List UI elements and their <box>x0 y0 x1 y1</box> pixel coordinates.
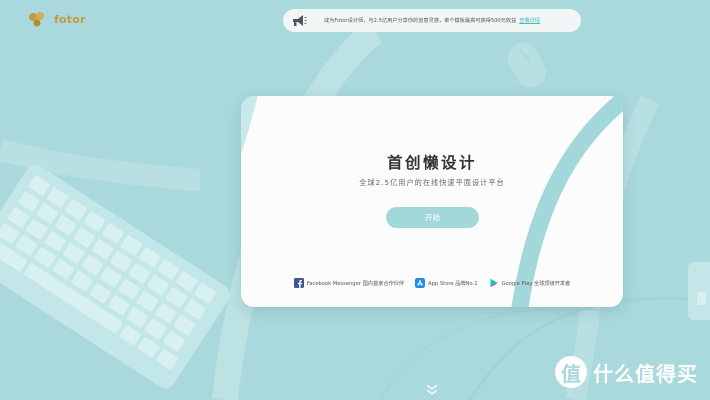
partner-badges: Facebook Messenger 国内首家合作伙伴 App Store 品牌… <box>241 278 623 288</box>
hero-card: 首创懒设计 全球2.5亿用户的在线快速平面设计平台 开始 Facebook Me… <box>241 96 623 307</box>
partner-app-store: App Store 品牌No.1 <box>415 278 478 288</box>
fotor-logo-icon <box>29 12 44 27</box>
hero-subtitle: 全球2.5亿用户的在线快速平面设计平台 <box>359 178 505 187</box>
logo-text: fotor <box>54 12 86 26</box>
double-chevron-down-icon[interactable] <box>425 383 439 397</box>
google-play-icon <box>490 278 498 288</box>
designer-promo-banner: 成为Fotor设计师，与2.5亿用户分享你的创意灵感，单个模板最高可获得500元… <box>283 9 581 32</box>
fotor-logo[interactable]: fotor <box>28 11 86 27</box>
keyboard-illustration <box>0 164 230 389</box>
start-button[interactable]: 开始 <box>386 207 479 228</box>
smzdm-watermark: 值 什么值得买 <box>555 356 698 388</box>
phone-illustration <box>688 262 710 320</box>
facebook-icon <box>293 278 304 288</box>
partner-app-store-label: App Store 品牌No.1 <box>428 280 478 287</box>
watermark-text: 什么值得买 <box>593 361 698 386</box>
watermark-badge: 值 <box>555 356 587 388</box>
hero-title: 首创懒设计 <box>386 154 477 172</box>
mouse-illustration <box>507 42 547 88</box>
megaphone-icon <box>293 14 307 26</box>
partner-google-play: Google Play 全球顶级开发者 <box>489 278 571 288</box>
card-arc-decoration <box>241 96 623 307</box>
app-store-icon <box>415 278 426 288</box>
partner-facebook: Facebook Messenger 国内首家合作伙伴 <box>293 278 405 288</box>
partner-facebook-label: Facebook Messenger 国内首家合作伙伴 <box>306 280 405 287</box>
view-details-link[interactable]: 查看详情 <box>519 17 540 24</box>
promo-text: 成为Fotor设计师，与2.5亿用户分享你的创意灵感，单个模板最高可获得500元… <box>324 18 517 24</box>
partner-google-play-label: Google Play 全球顶级开发者 <box>501 280 571 287</box>
